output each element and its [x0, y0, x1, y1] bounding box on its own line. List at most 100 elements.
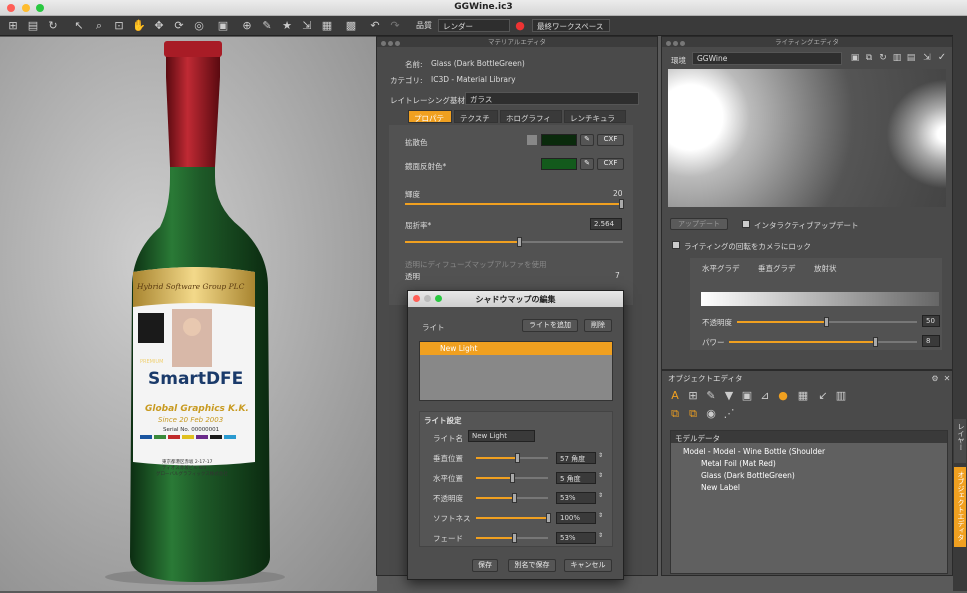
param-stepper-icon[interactable]: ⇕ [598, 512, 603, 519]
camera-icon[interactable]: ▩ [344, 19, 358, 33]
param-stepper-icon[interactable]: ⇕ [598, 452, 603, 459]
zoom-region-icon[interactable]: ⊡ [112, 19, 126, 33]
interactive-update-checkbox[interactable] [742, 220, 750, 228]
power-slider[interactable] [729, 337, 917, 347]
tree-item-label[interactable]: New Label [701, 483, 740, 492]
light-name-field[interactable]: New Light [468, 430, 535, 442]
select-tool-icon[interactable]: ↖ [72, 19, 86, 33]
brightness-slider[interactable] [405, 199, 624, 209]
param-slider[interactable] [476, 453, 548, 463]
3d-viewport[interactable]: Hybrid Software Group PLC PREMIUM SmartD… [0, 37, 377, 591]
arrow-tool-icon[interactable]: ↙ [816, 389, 830, 403]
gradient-vertical-radio[interactable]: 垂直グラデ [758, 263, 796, 274]
specular-eyedropper-icon[interactable]: ✎ [580, 158, 594, 170]
specular-cxf-button[interactable]: CXF [597, 158, 624, 170]
sidebar-tab-layers[interactable]: レイヤー [954, 419, 966, 463]
gradient-bar[interactable] [701, 292, 939, 306]
save-icon[interactable]: ↻ [46, 19, 60, 33]
zoom-icon[interactable]: ⌕ [92, 19, 106, 33]
param-slider[interactable] [476, 493, 548, 503]
move-icon[interactable]: ✥ [152, 19, 166, 33]
add-object-icon[interactable]: ⊕ [240, 19, 254, 33]
opacity-field[interactable]: 50 [922, 315, 940, 327]
param-field[interactable]: 5 角度 [556, 472, 596, 484]
workspace-select[interactable]: 最終ワークスペース [532, 19, 610, 32]
sphere-tool-icon[interactable]: ● [776, 389, 790, 403]
edit-icon[interactable]: ✎ [260, 19, 274, 33]
star-icon[interactable]: ★ [280, 19, 294, 33]
param-field[interactable]: 53% [556, 532, 596, 544]
save-button[interactable]: 保存 [472, 559, 498, 572]
alpha-checkbox-label[interactable]: 透明にディフューズマップアルファを使用 [405, 259, 547, 270]
object-editor-close-icon[interactable]: ✕ [940, 372, 954, 386]
param-stepper-icon[interactable]: ⇕ [598, 532, 603, 539]
env-apply-icon[interactable]: ✓ [935, 51, 949, 65]
raytrace-select[interactable]: ガラス [465, 92, 639, 105]
image-tool-icon[interactable]: ▣ [740, 389, 754, 403]
tab-textures[interactable]: テクスチャ [454, 110, 498, 134]
tab-lenticular[interactable]: レンチキュラー [564, 110, 626, 134]
undo-icon[interactable]: ↶ [368, 19, 382, 33]
new-file-icon[interactable]: ⊞ [6, 19, 20, 33]
diffuse-color-swatch[interactable] [541, 134, 577, 146]
tree-item-model[interactable]: Model - Model - Wine Bottle (Shoulder [683, 447, 825, 456]
layers-tool-icon[interactable]: ⧉ [686, 407, 700, 421]
gradient-horizontal-radio[interactable]: 水平グラデ [702, 263, 740, 274]
light-list-item[interactable]: New Light [420, 342, 612, 355]
update-button[interactable]: アップデート [670, 218, 728, 230]
image-icon[interactable]: ▣ [216, 19, 230, 33]
param-stepper-icon[interactable]: ⇕ [598, 472, 603, 479]
opacity-slider[interactable] [737, 317, 917, 327]
quality-select[interactable]: レンダー [438, 19, 510, 32]
redo-icon[interactable]: ↷ [388, 19, 402, 33]
save-as-button[interactable]: 別名で保存 [508, 559, 556, 572]
power-field[interactable]: 8 [922, 335, 940, 347]
pan-hand-icon[interactable]: ✋ [132, 19, 146, 33]
ior-field[interactable]: 2.564 [590, 218, 622, 230]
cancel-button[interactable]: キャンセル [564, 559, 612, 572]
trash-tool-icon[interactable]: ▥ [834, 389, 848, 403]
param-slider[interactable] [476, 513, 551, 523]
env-add-icon[interactable]: ▣ [848, 51, 862, 65]
edit-tool-icon[interactable]: ✎ [704, 389, 718, 403]
pdf-icon[interactable]: ▦ [320, 19, 334, 33]
env-delete-icon[interactable]: ▥ [890, 51, 904, 65]
down-tool-icon[interactable]: ▼ [722, 389, 736, 403]
sidebar-tab-object-editor[interactable]: オブジェクトエディタ [954, 467, 966, 547]
tree-item-foil[interactable]: Metal Foil (Mat Red) [701, 459, 776, 468]
gradient-radial-radio[interactable]: 放射状 [814, 263, 837, 274]
checker-icon[interactable] [527, 135, 537, 145]
grid-tool-icon[interactable]: ▦ [796, 389, 810, 403]
add-light-button[interactable]: ライトを追加 [522, 319, 578, 332]
param-slider[interactable] [476, 533, 548, 543]
lock-rotation-checkbox[interactable] [672, 241, 680, 249]
param-slider[interactable] [476, 473, 548, 483]
visibility-tool-icon[interactable]: ◉ [704, 407, 718, 421]
tab-holographic[interactable]: ホログラフィック [500, 110, 562, 134]
diffuse-eyedropper-icon[interactable]: ✎ [580, 134, 594, 146]
orbit-icon[interactable]: ◎ [192, 19, 206, 33]
param-field[interactable]: 53% [556, 492, 596, 504]
tab-properties[interactable]: プロパティ [408, 110, 452, 134]
param-field[interactable]: 57 角度 [556, 452, 596, 464]
record-icon[interactable]: ● [513, 19, 527, 33]
env-select[interactable]: GGWine [692, 52, 842, 65]
env-copy-icon[interactable]: ⧉ [862, 51, 876, 65]
link-tool-icon[interactable]: ⊿ [758, 389, 772, 403]
text-tool-icon[interactable]: A [668, 389, 682, 403]
env-refresh-icon[interactable]: ↻ [876, 51, 890, 65]
env-save-icon[interactable]: ▤ [904, 51, 918, 65]
param-stepper-icon[interactable]: ⇕ [598, 492, 603, 499]
nodes-tool-icon[interactable]: ⋰ [722, 407, 736, 421]
env-export-icon[interactable]: ⇲ [920, 51, 934, 65]
export-icon[interactable]: ⇲ [300, 19, 314, 33]
open-folder-icon[interactable]: ▤ [26, 19, 40, 33]
delete-light-button[interactable]: 削除 [584, 319, 612, 332]
param-field[interactable]: 100% [556, 512, 596, 524]
rotate-icon[interactable]: ⟳ [172, 19, 186, 33]
tree-item-glass[interactable]: Glass (Dark BottleGreen) [701, 471, 795, 480]
group-tool-icon[interactable]: ⧉ [668, 407, 682, 421]
add-tool-icon[interactable]: ⊞ [686, 389, 700, 403]
specular-color-swatch[interactable] [541, 158, 577, 170]
diffuse-cxf-button[interactable]: CXF [597, 134, 624, 146]
